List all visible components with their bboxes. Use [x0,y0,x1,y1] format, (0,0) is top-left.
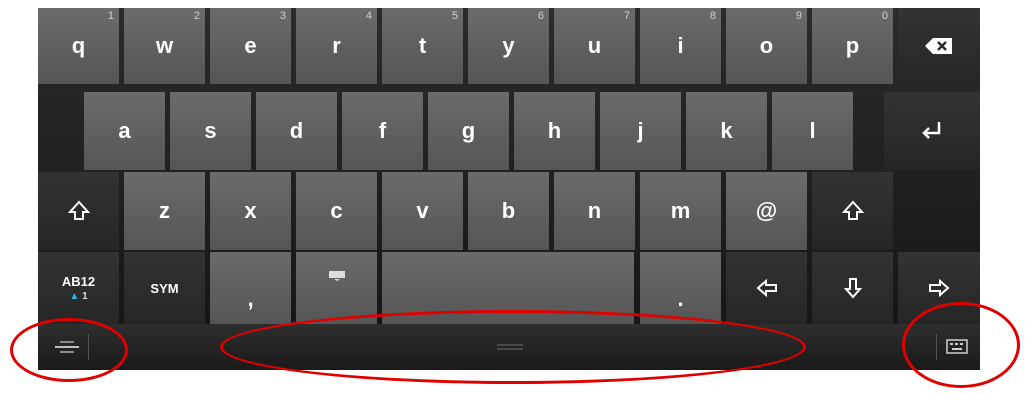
shift-key-left[interactable] [38,172,119,250]
key-d[interactable]: d [256,92,337,170]
key-j[interactable]: j [600,92,681,170]
mode-switch-key[interactable]: AB12 ▲ 1 [38,252,119,324]
key-label: u [587,33,602,58]
key-label: w [155,33,174,58]
key-label: l [809,118,816,143]
key-label: h [547,118,562,143]
annotation-circle-left [10,318,128,382]
key-m[interactable]: m [640,172,721,250]
key-label: , [247,286,254,311]
key-label: g [461,118,476,143]
key-s[interactable]: s [170,92,251,170]
key-b[interactable]: b [468,172,549,250]
key-t[interactable]: 5 t [382,8,463,84]
keyboard-icon [328,270,346,282]
key-label: b [501,198,516,223]
arrow-right-icon [928,279,950,297]
key-label: o [759,33,774,58]
key-hint: 8 [709,10,716,22]
key-at[interactable]: @ [726,172,807,250]
caret-icon: ▲ [69,291,80,302]
key-c[interactable]: c [296,172,377,250]
arrow-down-icon [843,277,862,299]
key-label: d [289,118,304,143]
backspace-icon [924,37,954,55]
key-label: k [720,118,733,143]
soft-keyboard: 1 q 2 w 3 e 4 r 5 t 6 y 7 u 8 i 9 o 0 p [38,8,980,324]
key-label: c [330,198,343,223]
key-x[interactable]: x [210,172,291,250]
key-label: y [502,33,515,58]
key-f[interactable]: f [342,92,423,170]
key-o[interactable]: 9 o [726,8,807,84]
arrow-down-key[interactable] [812,252,893,324]
key-hint: 2 [193,10,200,22]
key-label: @ [755,198,778,223]
key-label: s [204,118,217,143]
period-key[interactable]: . [640,252,721,324]
sym-label: SYM [150,280,179,296]
key-l[interactable]: l [772,92,853,170]
mode-sub: ▲ 1 [69,291,87,302]
shift-icon [841,200,864,222]
keyboard-settings-key[interactable] [296,252,377,324]
key-label: f [378,118,387,143]
key-label: j [637,118,644,143]
key-hint: 7 [623,10,630,22]
arrow-left-key[interactable] [726,252,807,324]
sym-key[interactable]: SYM [124,252,205,324]
key-label: a [118,118,131,143]
key-hint: 6 [537,10,544,22]
key-label: q [71,33,86,58]
annotation-circle-right [902,302,1020,388]
enter-key[interactable] [884,92,980,170]
key-h[interactable]: h [514,92,595,170]
key-w[interactable]: 2 w [124,8,205,84]
key-label: m [670,198,691,223]
arrow-left-icon [755,279,778,297]
key-g[interactable]: g [428,92,509,170]
key-label: n [587,198,602,223]
key-label: t [418,33,427,58]
mode-label: AB12 [61,274,96,289]
key-label: x [244,198,257,223]
comma-key[interactable]: , [210,252,291,324]
key-p[interactable]: 0 p [812,8,893,84]
key-label: r [332,33,341,58]
key-i[interactable]: 8 i [640,8,721,84]
key-hint: 4 [365,10,372,22]
shift-key-right[interactable] [812,172,893,250]
key-hint: 0 [881,10,888,22]
key-n[interactable]: n [554,172,635,250]
key-a[interactable]: a [84,92,165,170]
key-label: . [677,286,684,311]
key-hint: 3 [279,10,286,22]
key-label: e [244,33,257,58]
backspace-key[interactable] [898,8,980,84]
key-hint: 1 [107,10,114,22]
key-z[interactable]: z [124,172,205,250]
enter-icon [920,120,944,142]
key-e[interactable]: 3 e [210,8,291,84]
key-hint: 5 [451,10,458,22]
key-label: z [159,198,170,223]
key-r[interactable]: 4 r [296,8,377,84]
key-label: p [845,33,860,58]
key-k[interactable]: k [686,92,767,170]
key-v[interactable]: v [382,172,463,250]
shift-icon [67,200,90,222]
key-u[interactable]: 7 u [554,8,635,84]
mode-sub-label: 1 [82,291,88,302]
key-label: i [677,33,684,58]
annotation-circle-center [220,310,806,384]
key-hint: 9 [795,10,802,22]
key-label: v [416,198,429,223]
key-y[interactable]: 6 y [468,8,549,84]
key-q[interactable]: 1 q [38,8,119,84]
